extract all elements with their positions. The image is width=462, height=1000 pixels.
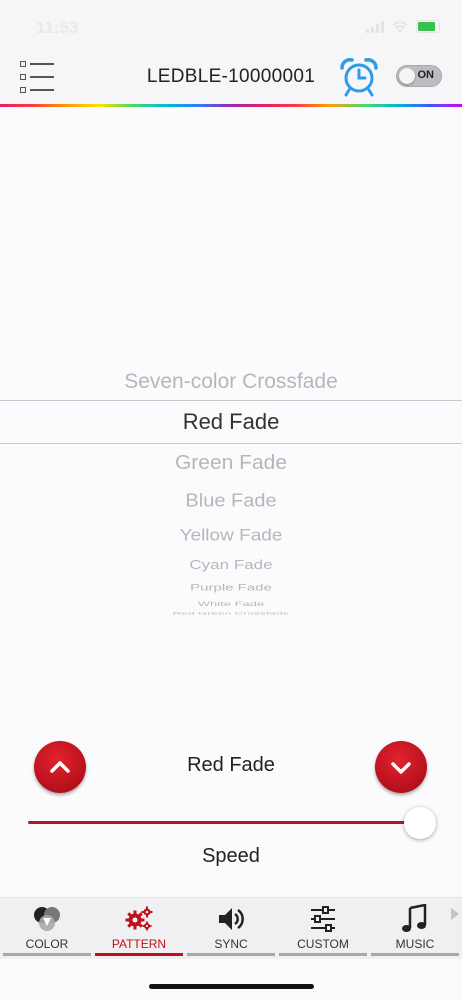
picker-item[interactable]: Blue Fade [0,491,462,512]
picker-item-selected[interactable]: Red Fade [0,409,462,435]
tab-label: MUSIC [395,937,435,951]
home-indicator[interactable] [149,984,314,989]
sliders-icon [311,906,335,932]
device-title: LEDBLE-10000001 [146,66,316,87]
slider-fill [28,821,420,824]
wifi-icon [392,20,408,32]
chevron-down-icon [391,762,411,774]
picker-item[interactable]: Red Green Crossfade [0,611,462,615]
tab-label: COLOR [25,937,69,951]
tab-underline [95,953,183,956]
tab-underline [187,953,275,956]
tab-sync[interactable]: SYNC [187,898,275,958]
picker-item[interactable]: Green Fade [0,451,462,474]
picker-selection-bottom-line [0,443,462,444]
picker-item[interactable]: White Fade [0,600,462,608]
speaker-icon [219,908,244,930]
bottom-tab-bar: COLOR PATTERN SYNC CUSTOM MUSIC [0,897,462,959]
pattern-control-row: Red Fade [0,741,462,793]
alarm-clock-button[interactable] [338,56,380,98]
pattern-picker[interactable]: Seven-color Crossfade Red Fade Green Fad… [0,107,462,627]
gears-icon [125,906,153,931]
toggle-knob [399,68,415,84]
home-area [0,959,462,1000]
picker-selection-top-line [0,400,462,401]
tab-label: SYNC [214,937,248,951]
tab-underline [371,953,459,956]
tab-custom[interactable]: CUSTOM [279,898,367,958]
picker-item[interactable]: Cyan Fade [0,557,462,572]
picker-item[interactable]: Yellow Fade [0,527,462,546]
tab-pattern[interactable]: PATTERN [95,898,183,958]
slider-thumb[interactable] [404,807,436,839]
battery-icon [416,20,440,33]
cellular-signal-icon [366,20,384,33]
tab-scroll-right-icon[interactable] [451,908,459,920]
status-icons [366,20,440,33]
tab-music[interactable]: MUSIC [371,898,459,958]
music-note-icon [402,904,427,932]
status-bar: 11:53 [0,0,462,52]
tab-color[interactable]: COLOR [3,898,91,958]
pattern-panel: Seven-color Crossfade Red Fade Green Fad… [0,107,462,897]
tab-label: CUSTOM [297,937,349,951]
status-time: 11:53 [36,18,79,37]
power-toggle[interactable]: ON [396,65,442,87]
picker-item[interactable]: Seven-color Crossfade [0,370,462,396]
next-pattern-button[interactable] [375,741,427,793]
tab-underline [3,953,91,956]
speed-slider[interactable] [28,807,436,839]
speed-label: Speed [202,845,260,867]
tab-label: PATTERN [111,937,167,951]
power-toggle-label: ON [417,69,435,81]
tab-underline [279,953,367,956]
picker-item[interactable]: Purple Fade [0,582,462,593]
color-circles-icon [34,907,60,931]
alarm-clock-icon [340,58,378,97]
app-header: LEDBLE-10000001 ON [0,52,462,104]
